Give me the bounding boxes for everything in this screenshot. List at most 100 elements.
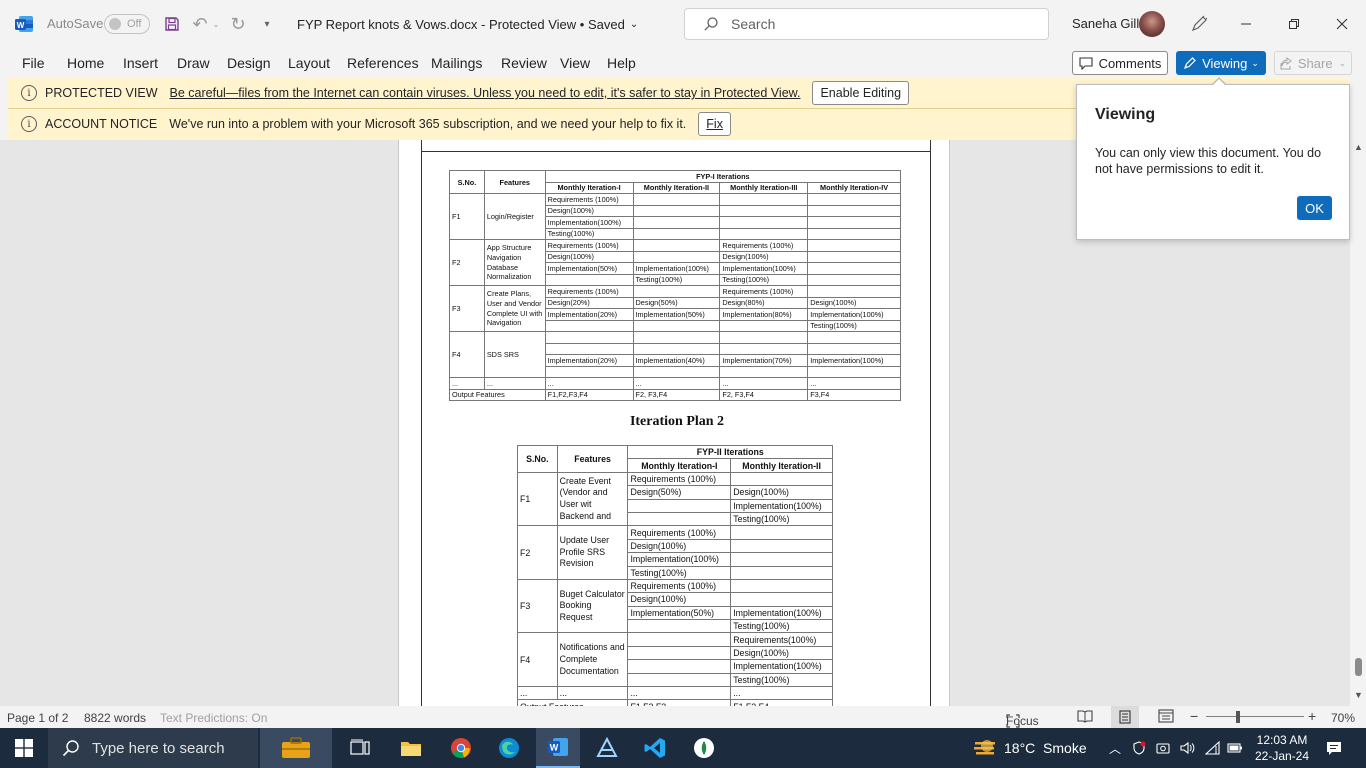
ok-button[interactable]: OK [1297, 196, 1332, 220]
feature-id-cell: F4 [449, 331, 485, 378]
enable-editing-button[interactable]: Enable Editing [812, 81, 910, 105]
designer-pen-icon[interactable] [1189, 14, 1209, 34]
table-cell [719, 193, 809, 206]
table-cell: Testing(100%) [730, 511, 833, 527]
scroll-down-icon[interactable]: ▼ [1354, 690, 1363, 700]
table-cell: Implementation(70%) [719, 354, 809, 367]
edge-icon[interactable] [488, 728, 530, 768]
read-mode-icon[interactable] [1077, 709, 1093, 726]
protected-view-message[interactable]: Be careful—files from the Internet can c… [170, 86, 801, 100]
share-button[interactable]: Share ⌄ [1274, 51, 1352, 75]
security-alert-icon[interactable] [1130, 728, 1148, 768]
document-page[interactable]: S.No. Features FYP-I Iterations Monthly Ite… [398, 140, 950, 706]
zoom-in-icon[interactable]: + [1308, 708, 1316, 724]
chrome-icon[interactable] [440, 728, 482, 768]
tab-draw[interactable]: Draw [177, 55, 210, 71]
windows-taskbar: Type here to search W 18°C Smoke ︿ 12:03… [0, 728, 1366, 768]
table-cell: Requirements (100%) [719, 239, 809, 252]
show-hidden-icons[interactable]: ︿ [1106, 728, 1124, 768]
text-predictions[interactable]: Text Predictions: On [160, 711, 267, 725]
customize-toolbar-icon[interactable]: ▾ [260, 16, 274, 32]
windows-start-icon[interactable] [0, 728, 48, 768]
fix-button[interactable]: Fix [698, 112, 731, 136]
word-count[interactable]: 8822 words [84, 711, 146, 725]
web-layout-icon[interactable] [1158, 709, 1174, 726]
word-taskbar-icon[interactable]: W [536, 728, 580, 768]
table-cell [544, 273, 634, 286]
avatar[interactable] [1139, 11, 1165, 37]
table-cell [632, 342, 721, 355]
ellipsis-row: ............ [517, 686, 833, 701]
search-box[interactable]: Search [684, 8, 1049, 40]
zoom-level[interactable]: 70% [1331, 711, 1355, 725]
battery-icon[interactable] [1226, 728, 1244, 768]
zoom-slider-thumb[interactable] [1236, 711, 1240, 723]
zoom-slider[interactable] [1206, 716, 1304, 717]
notifications-icon[interactable] [1322, 728, 1346, 768]
tab-file[interactable]: File [22, 55, 45, 71]
viewing-pen-icon [1183, 56, 1197, 70]
speaker-icon[interactable] [1178, 728, 1196, 768]
close-icon[interactable] [1330, 14, 1354, 34]
print-layout-icon[interactable] [1111, 706, 1139, 728]
zoom-out-icon[interactable]: − [1190, 708, 1198, 724]
redo-icon[interactable]: ↻ [228, 14, 248, 34]
viewing-mode-button[interactable]: Viewing ⌄ [1176, 51, 1266, 75]
document-title[interactable]: FYP Report knots & Vows.docx - Protected… [297, 15, 638, 33]
word-logo-icon: W [14, 14, 34, 34]
table-cell [719, 216, 809, 229]
weather-icon[interactable] [970, 728, 1000, 768]
fyp2-iterations-table: S.No. Features FYP-II Iterations Monthly It… [516, 444, 833, 706]
weather-text[interactable]: 18°C Smoke [1004, 728, 1087, 768]
svg-text:W: W [17, 21, 25, 30]
vscode-icon[interactable] [634, 728, 676, 768]
fyp1-table-body: S.No. Features FYP-I Iterations Monthly Ite… [449, 170, 902, 401]
table-cell [730, 538, 833, 554]
comments-button[interactable]: Comments [1072, 51, 1168, 75]
share-label: Share [1297, 55, 1333, 71]
undo-dropdown-icon[interactable]: ⌄ [211, 16, 221, 32]
user-name[interactable]: Saneha Gill [1072, 16, 1139, 31]
tab-insert[interactable]: Insert [123, 55, 158, 71]
table-cell: Implementation(50%) [627, 605, 732, 621]
vertical-scrollbar[interactable]: ▲ ▼ [1350, 140, 1366, 706]
title-separator: - [477, 16, 489, 32]
sno-header: S.No. [517, 445, 558, 473]
file-explorer-icon[interactable] [390, 728, 432, 768]
save-icon[interactable] [162, 14, 182, 34]
undo-icon[interactable]: ↶ [190, 14, 210, 34]
autosave-toggle[interactable]: Off [104, 14, 150, 34]
taskbar-search-box[interactable]: Type here to search [48, 728, 258, 768]
svg-text:W: W [550, 743, 559, 753]
minimize-icon[interactable] [1234, 14, 1258, 34]
table-cell [807, 216, 901, 229]
tab-layout[interactable]: Layout [288, 55, 330, 71]
feature-id-cell: F4 [517, 632, 558, 688]
viewing-popup: Viewing You can only view this document.… [1076, 84, 1350, 240]
restore-icon[interactable] [1282, 14, 1306, 34]
clock[interactable]: 12:03 AM 22-Jan-24 [1250, 728, 1314, 768]
scroll-thumb[interactable] [1355, 658, 1362, 676]
briefcase-app-icon[interactable] [260, 728, 332, 768]
search-placeholder: Search [731, 16, 776, 32]
tab-references[interactable]: References [347, 55, 419, 71]
camera-icon[interactable] [1154, 728, 1172, 768]
vpn-app-icon[interactable] [683, 728, 725, 768]
tab-review[interactable]: Review [501, 55, 547, 71]
task-view-icon[interactable] [340, 728, 380, 768]
ellipsis-cell: ... [807, 377, 901, 390]
tab-mailings[interactable]: Mailings [431, 55, 482, 71]
app-icon[interactable] [586, 728, 628, 768]
tab-help[interactable]: Help [607, 55, 636, 71]
tab-view[interactable]: View [560, 55, 590, 71]
tab-home[interactable]: Home [67, 55, 104, 71]
scroll-up-icon[interactable]: ▲ [1354, 142, 1363, 152]
table-cell: Implementation(50%) [544, 262, 634, 275]
table-cell [807, 204, 901, 217]
table-cell [807, 342, 901, 355]
doc-filename: FYP Report knots & Vows.docx [297, 16, 478, 32]
tab-design[interactable]: Design [227, 55, 271, 71]
table-cell [627, 632, 732, 647]
page-count[interactable]: Page 1 of 2 [7, 711, 68, 725]
wifi-icon[interactable] [1203, 728, 1221, 768]
